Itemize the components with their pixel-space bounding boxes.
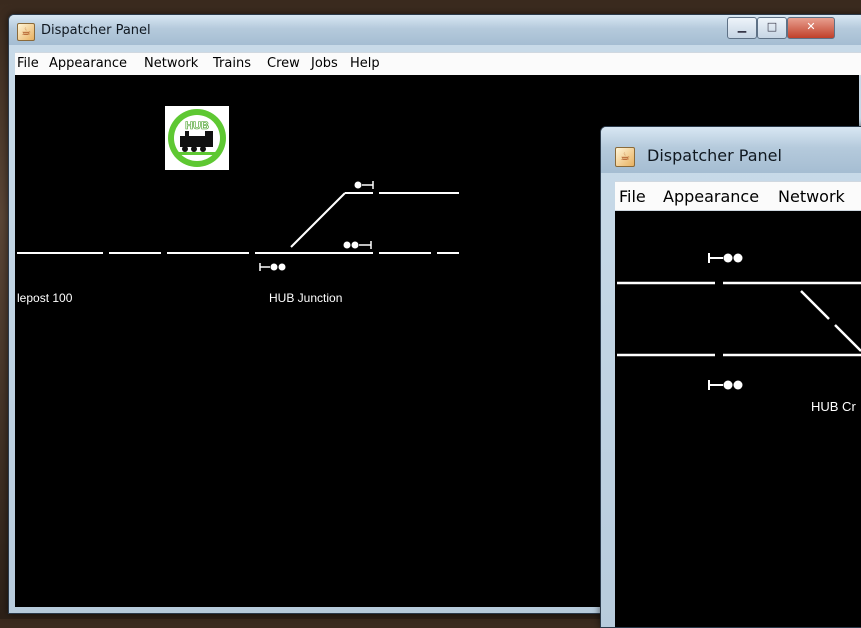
menu-jobs[interactable]: Jobs [311,56,338,71]
close-button[interactable]: ✕ [787,17,835,39]
menu-bar: File Appearance Network [615,181,861,211]
signal-icon [354,181,374,189]
menu-file[interactable]: File [619,187,646,206]
java-coffee-cup-icon: ☕ [615,147,635,167]
signal-icon [259,263,286,271]
crossing-label: HUB Cr [811,399,856,414]
menu-network[interactable]: Network [778,187,845,206]
window-title: Dispatcher Panel [647,146,782,165]
menu-crew[interactable]: Crew [267,56,300,71]
track-diagram [617,253,861,390]
milepost-label: lepost 100 [17,291,73,305]
signal-icon [708,253,743,263]
signal-icon [708,380,743,390]
menu-trains[interactable]: Trains [213,56,251,71]
menu-appearance[interactable]: Appearance [49,56,127,71]
window-title: Dispatcher Panel [41,23,151,38]
title-bar[interactable]: ☕ Dispatcher Panel [601,127,861,173]
menu-network[interactable]: Network [144,56,198,71]
menu-bar: File Appearance Network Trains Crew Jobs… [15,52,861,76]
secondary-window: ☕ Dispatcher Panel File Appearance Netwo… [600,126,861,628]
menu-help[interactable]: Help [350,56,380,71]
junction-label: HUB Junction [269,291,343,305]
title-bar[interactable]: ☕ Dispatcher Panel ▁ □ ✕ [9,15,861,45]
crossover-track [800,290,830,320]
java-coffee-cup-icon: ☕ [17,23,35,41]
track-panel[interactable]: HUB Cr [615,211,861,627]
maximize-icon: □ [766,20,778,33]
crossover-track [834,324,861,352]
turnout-track [290,192,346,248]
menu-file[interactable]: File [17,56,39,71]
minimize-button[interactable]: ▁ [727,17,757,39]
signal-icon [343,241,372,249]
menu-appearance[interactable]: Appearance [663,187,759,206]
close-icon: ✕ [806,20,816,33]
maximize-button[interactable]: □ [757,17,787,39]
minimize-icon: ▁ [737,20,747,33]
